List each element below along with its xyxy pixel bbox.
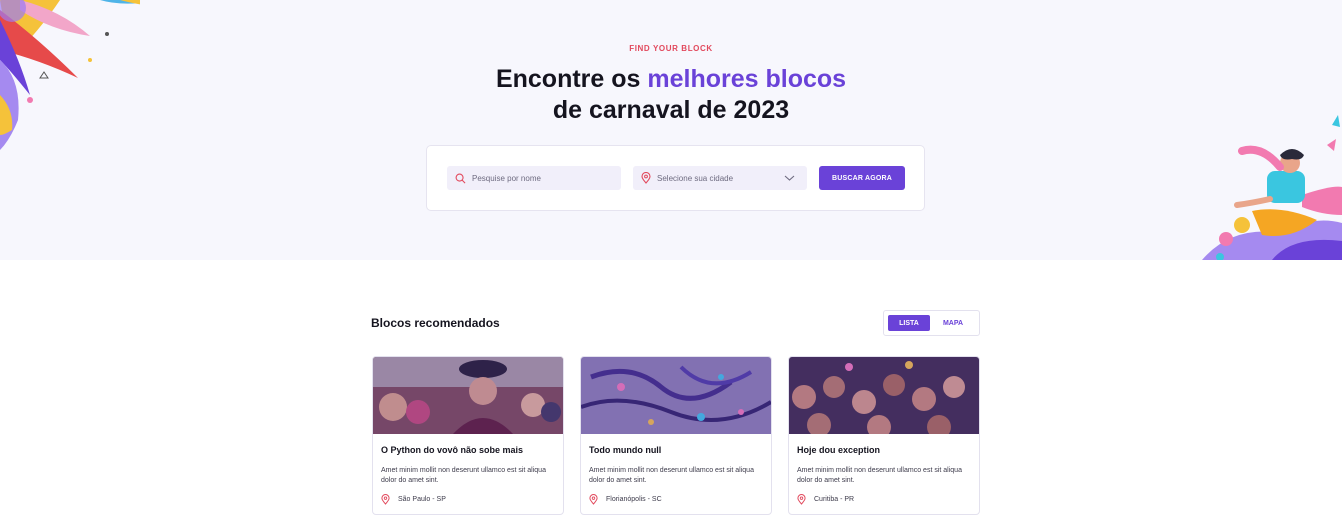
block-card-image xyxy=(373,357,563,434)
block-card-title: O Python do vovô não sobe mais xyxy=(381,445,524,455)
section-title: Blocos recomendados xyxy=(371,316,500,330)
block-card-description: Amet minim mollit non deserunt ullamco e… xyxy=(381,467,546,484)
toggle-map-button[interactable]: MAPA xyxy=(932,315,974,331)
search-input-placeholder: Pesquise por nome xyxy=(472,173,541,183)
block-card-location: São Paulo - SP xyxy=(381,494,446,505)
hero-headline: Encontre os melhores blocos de carnaval … xyxy=(0,64,1342,126)
block-card-description: Amet minim mollit non deserunt ullamco e… xyxy=(589,467,754,484)
headline-text-end: de carnaval de 2023 xyxy=(552,96,790,124)
block-card-location-text: São Paulo - SP xyxy=(398,496,446,503)
carnival-dancer-illustration-right xyxy=(1202,115,1342,260)
toggle-list-button[interactable]: LISTA xyxy=(888,315,930,331)
hero-section: FIND YOUR BLOCK Encontre os melhores blo… xyxy=(0,0,1342,260)
block-card[interactable]: O Python do vovô não sobe mais Amet mini… xyxy=(372,356,564,515)
block-card-location: Curitiba - PR xyxy=(797,494,854,505)
block-card-description: Amet minim mollit non deserunt ullamco e… xyxy=(797,467,962,484)
view-toggle: LISTA MAPA xyxy=(883,310,980,336)
headline-text-start: Encontre os xyxy=(495,65,648,93)
headline-accent: melhores blocos xyxy=(647,65,847,93)
search-button[interactable]: BUSCAR AGORA xyxy=(819,166,905,190)
hero-eyebrow: FIND YOUR BLOCK xyxy=(629,44,713,53)
block-card-location-text: Curitiba - PR xyxy=(814,496,855,503)
city-select[interactable]: Selecione sua cidade xyxy=(633,166,807,190)
block-card-image xyxy=(581,357,771,434)
block-card-location-text: Florianópolis - SC xyxy=(606,496,662,503)
chevron-down-icon xyxy=(784,175,795,181)
search-input[interactable]: Pesquise por nome xyxy=(447,166,621,190)
block-card-image xyxy=(789,357,979,434)
block-card-title: Hoje dou exception xyxy=(797,445,881,455)
block-card[interactable]: Hoje dou exception Amet minim mollit non… xyxy=(788,356,980,515)
block-card[interactable]: Todo mundo null Amet minim mollit non de… xyxy=(580,356,772,515)
search-panel: Pesquise por nome Selecione sua cidade B… xyxy=(426,145,925,211)
map-pin-icon xyxy=(797,494,806,505)
block-card-location: Florianópolis - SC xyxy=(589,494,662,505)
map-pin-icon xyxy=(641,172,651,184)
map-pin-icon xyxy=(381,494,390,505)
map-pin-icon xyxy=(589,494,598,505)
city-select-placeholder: Selecione sua cidade xyxy=(657,173,734,183)
block-card-title: Todo mundo null xyxy=(589,445,662,455)
search-icon xyxy=(455,173,466,183)
